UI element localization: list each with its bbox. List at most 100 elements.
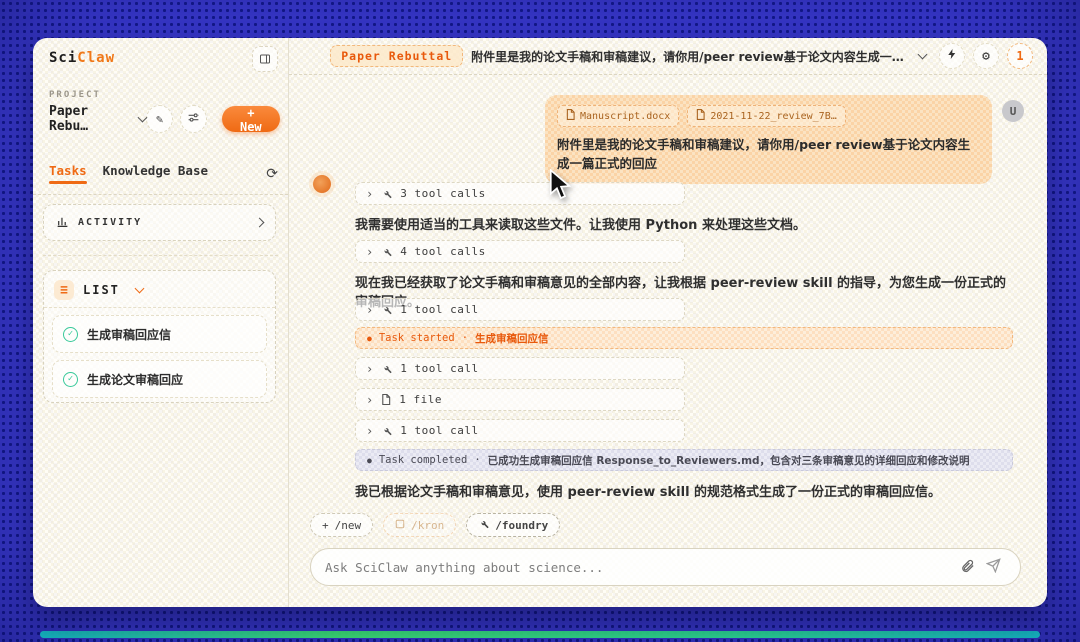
sidebar-divider-2 <box>43 255 278 256</box>
chip-new-command[interactable]: + /new <box>310 513 373 537</box>
send-button[interactable] <box>980 554 1006 580</box>
chevron-right-icon <box>255 218 265 228</box>
chip-label: /kron <box>411 519 444 532</box>
wrench-icon <box>381 359 392 378</box>
list-item[interactable]: ✓ 生成审稿回应信 <box>52 315 267 353</box>
refresh-button[interactable]: ⟳ <box>266 166 278 182</box>
chevron-right-icon: › <box>366 425 373 437</box>
tool-calls-row[interactable]: › 4 tool calls <box>355 240 685 263</box>
chevron-down-icon[interactable] <box>917 50 927 60</box>
conversation-badge[interactable]: Paper Rebuttal <box>330 45 463 67</box>
file-row[interactable]: › 1 file <box>355 388 685 411</box>
header-actions: ⚙ 1 <box>939 43 1033 69</box>
chevron-right-icon: › <box>366 246 373 258</box>
assistant-message-text: 我已根据论文手稿和审稿意见，使用 peer-review skill 的规范格式… <box>355 481 1017 500</box>
attachment-name: Manuscript.docx <box>580 111 670 122</box>
list-icon: ≡ <box>54 280 74 300</box>
conversation-title: 附件里是我的论文手稿和审稿建议，请你用/peer review基于论文内容生成一… <box>471 48 904 65</box>
project-select[interactable]: Paper Rebu… <box>49 104 132 134</box>
separator: · <box>474 454 480 466</box>
list-panel-header[interactable]: ≡ LIST <box>44 271 275 308</box>
task-status: Task started <box>379 332 455 344</box>
chip-label: /new <box>335 519 362 532</box>
activity-panel[interactable]: ACTIVITY <box>43 204 276 241</box>
message-input[interactable] <box>325 560 954 575</box>
user-message-text: 附件里是我的论文手稿和审稿建议，请你用/peer review基于论文内容生成一… <box>557 136 980 174</box>
attachment-name: 2021-11-22_review_7B… <box>710 111 836 122</box>
user-message-bubble: Manuscript.docx 2021-11-22_review_7B… 附件… <box>545 95 992 184</box>
tool-calls-row[interactable]: › 1 tool call <box>355 298 685 321</box>
sidebar-collapse-button[interactable] <box>252 46 278 72</box>
task-completed-banner: ● Task completed · 已成功生成审稿回应信 Response_t… <box>355 449 1013 471</box>
task-status: Task completed <box>379 454 468 466</box>
tab-tasks[interactable]: Tasks <box>49 163 87 184</box>
tool-calls-row[interactable]: › 3 tool calls <box>355 182 685 205</box>
sidebar-divider <box>33 194 288 195</box>
sidebar: SciClaw PROJECT Paper Rebu… ✎ <box>33 38 289 607</box>
status-dot: ● <box>367 456 372 465</box>
attach-button[interactable] <box>954 554 980 580</box>
task-started-banner: ● Task started · 生成审稿回应信 <box>355 327 1013 349</box>
plus-icon: + <box>322 519 329 532</box>
wrench-icon <box>381 300 392 319</box>
desktop-background: SciClaw PROJECT Paper Rebu… ✎ <box>0 0 1080 642</box>
check-circle-icon: ✓ <box>63 372 78 387</box>
lightning-icon <box>946 48 958 64</box>
wrench-icon <box>381 184 392 203</box>
file-row-label: 1 file <box>399 393 442 406</box>
tool-calls-row[interactable]: › 1 tool call <box>355 357 685 380</box>
chevron-right-icon: › <box>366 304 373 316</box>
chevron-right-icon: › <box>366 188 373 200</box>
send-icon <box>986 558 1001 577</box>
logo-sci: Sci <box>49 50 77 66</box>
app-logo: SciClaw <box>49 50 115 66</box>
attachment-chip[interactable]: Manuscript.docx <box>557 105 679 127</box>
edit-project-button[interactable]: ✎ <box>146 105 173 133</box>
tool-calls-label: 1 tool call <box>400 362 478 375</box>
new-project-button[interactable]: + New <box>222 106 280 132</box>
file-icon <box>696 109 705 123</box>
chat-main: Paper Rebuttal 附件里是我的论文手稿和审稿建议，请你用/peer … <box>289 38 1047 607</box>
activity-label: ACTIVITY <box>78 217 142 228</box>
settings-button[interactable]: ⚙ <box>973 43 999 69</box>
list-item-label: 生成审稿回应信 <box>87 326 171 343</box>
tool-calls-row[interactable]: › 1 tool call <box>355 419 685 442</box>
list-panel: ≡ LIST ✓ 生成审稿回应信 ✓ 生成论文审稿回应 <box>43 270 276 403</box>
tool-calls-label: 4 tool calls <box>400 245 485 258</box>
chevron-right-icon: › <box>366 394 373 406</box>
project-settings-button[interactable] <box>180 105 207 133</box>
chevron-down-icon[interactable] <box>134 284 144 294</box>
assistant-message-text: 我需要使用适当的工具来读取这些文件。让我使用 Python 来处理这些文档。 <box>355 214 1017 233</box>
pencil-icon: ✎ <box>156 112 163 126</box>
user-avatar: U <box>1002 100 1024 122</box>
list-item-label: 生成论文审稿回应 <box>87 371 183 388</box>
app-window: SciClaw PROJECT Paper Rebu… ✎ <box>33 38 1047 607</box>
checkbox-icon <box>395 519 405 532</box>
refresh-icon: ⟳ <box>266 166 278 182</box>
sidebar-tabs: Tasks Knowledge Base ⟳ <box>49 163 278 184</box>
project-section-label: PROJECT <box>49 90 101 100</box>
notification-badge[interactable]: 1 <box>1007 43 1033 69</box>
gear-icon: ⚙ <box>982 49 990 64</box>
mouse-cursor <box>548 169 572 205</box>
tool-calls-label: 3 tool calls <box>400 187 485 200</box>
paperclip-icon <box>960 558 975 577</box>
chat-header: Paper Rebuttal 附件里是我的论文手稿和审稿建议，请你用/peer … <box>289 38 1047 75</box>
chip-kron-command[interactable]: /kron <box>383 513 456 537</box>
message-composer <box>310 548 1021 586</box>
check-circle-icon: ✓ <box>63 327 78 342</box>
assistant-avatar <box>313 175 331 193</box>
quick-actions-button[interactable] <box>939 43 965 69</box>
bar-chart-icon <box>56 213 69 232</box>
attachment-chip[interactable]: 2021-11-22_review_7B… <box>687 105 845 127</box>
command-chips: + /new /kron /foundry <box>310 513 560 537</box>
bottom-glow-bar <box>40 631 1040 638</box>
chip-foundry-command[interactable]: /foundry <box>466 513 560 537</box>
chevron-right-icon: › <box>366 363 373 375</box>
wrench-icon <box>478 518 489 532</box>
task-detail: 已成功生成审稿回应信 Response_to_Reviewers.md，包含对三… <box>488 453 970 468</box>
tab-knowledge-base[interactable]: Knowledge Base <box>103 163 208 184</box>
attachments-row: Manuscript.docx 2021-11-22_review_7B… <box>557 105 980 127</box>
tool-calls-label: 1 tool call <box>400 424 478 437</box>
list-item[interactable]: ✓ 生成论文审稿回应 <box>52 360 267 398</box>
